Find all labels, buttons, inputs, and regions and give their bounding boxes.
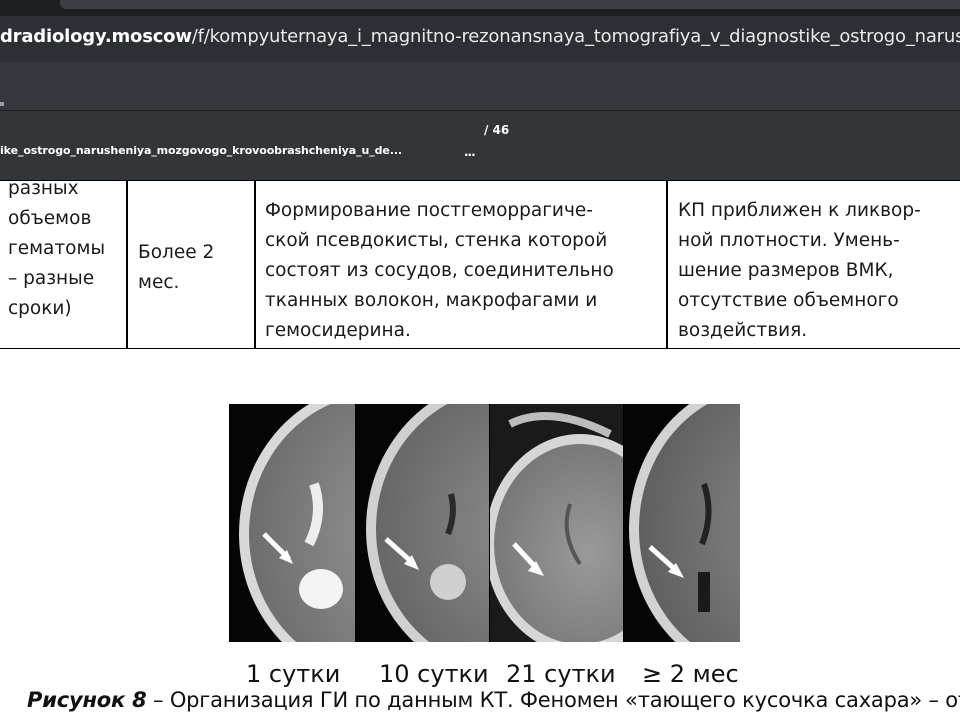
ct-image-day10 bbox=[356, 404, 489, 642]
figure-labels: 1 сутки 10 сутки 21 сутки ≥ 2 мес bbox=[228, 660, 748, 690]
window-top-strip bbox=[0, 0, 960, 16]
caption-text: – Организация ГИ по данным КТ. Феномен «… bbox=[146, 688, 960, 712]
table-cell-time: Более 2 мес. bbox=[138, 238, 248, 405]
pdf-page: разных объемов гематомы – разные сроки) … bbox=[0, 178, 960, 720]
cell-line: сроки) bbox=[8, 298, 72, 319]
cell-line: шение размеров ВМК, bbox=[678, 260, 894, 281]
ct-image-day21 bbox=[490, 404, 623, 642]
cell-line: Более 2 bbox=[138, 242, 215, 263]
caption-prefix: Рисунок 8 bbox=[27, 688, 147, 712]
cell-line: ской псевдокисты, стенка которой bbox=[265, 230, 608, 251]
browser-toolbar-area bbox=[0, 62, 960, 110]
figure-label: 10 сутки bbox=[379, 660, 489, 688]
figure-caption: Рисунок 8 – Организация ГИ по данным КТ.… bbox=[27, 688, 960, 712]
cell-line: Формирование постгеморрагиче- bbox=[265, 200, 593, 221]
filename-more-icon[interactable]: ... bbox=[464, 145, 476, 159]
url-text[interactable]: dradiology.moscow/f/kompyuternaya_i_magn… bbox=[0, 26, 960, 47]
cell-line: воздействия. bbox=[678, 320, 808, 341]
cell-line: отсутствие объемного bbox=[678, 290, 899, 311]
cell-line: объемов bbox=[8, 208, 92, 229]
ct-figure bbox=[229, 404, 740, 642]
table-cell-stage: разных объемов гематомы – разные сроки) bbox=[8, 174, 123, 341]
toolbar-marker bbox=[0, 102, 4, 106]
ct-image-2months bbox=[624, 404, 740, 642]
cell-line: состоят из сосудов, соединительно bbox=[265, 260, 614, 281]
table-row: разных объемов гематомы – разные сроки) … bbox=[0, 178, 960, 349]
table-cell-morphology: Формирование постгеморрагиче- ской псевд… bbox=[265, 196, 660, 363]
figure-label: ≥ 2 мес bbox=[642, 660, 739, 688]
cell-line: тканных волокон, макрофагами и bbox=[265, 290, 598, 311]
cell-line: гематомы bbox=[8, 238, 106, 259]
pdf-filename: ike_ostrogo_narusheniya_mozgovogo_krovoo… bbox=[0, 144, 402, 157]
page-total-label: / 46 bbox=[484, 123, 510, 137]
cell-line: КП приближен к ликвор- bbox=[678, 200, 921, 221]
cell-line: гемосидерина. bbox=[265, 320, 411, 341]
cell-line: – разные bbox=[8, 268, 95, 289]
figure-label: 1 сутки bbox=[246, 660, 341, 688]
tab-strip bbox=[60, 0, 960, 9]
table-divider bbox=[666, 181, 668, 348]
cell-line: разных bbox=[8, 178, 79, 199]
pdf-toolbar: ike_ostrogo_narusheniya_mozgovogo_krovoo… bbox=[0, 110, 960, 181]
url-path: /f/kompyuternaya_i_magnitno-rezonansnaya… bbox=[191, 26, 960, 47]
figure-label: 21 сутки bbox=[506, 660, 616, 688]
url-domain: dradiology.moscow bbox=[0, 26, 192, 47]
address-bar[interactable]: dradiology.moscow/f/kompyuternaya_i_magn… bbox=[0, 16, 960, 62]
cell-line: ной плотности. Умень- bbox=[678, 230, 900, 251]
cell-line: мес. bbox=[138, 272, 180, 293]
table-divider bbox=[126, 181, 128, 348]
ct-image-day1 bbox=[229, 404, 355, 642]
table-divider bbox=[254, 181, 256, 348]
table-cell-ct-findings: КП приближен к ликвор- ной плотности. Ум… bbox=[678, 196, 960, 363]
